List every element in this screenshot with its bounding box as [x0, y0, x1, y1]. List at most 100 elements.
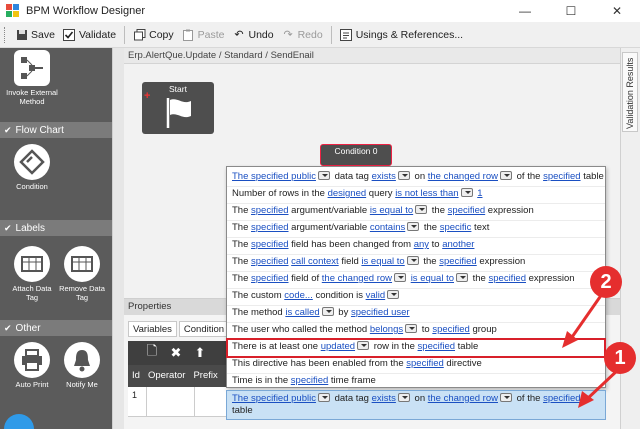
tool-condition[interactable]: Condition: [6, 144, 58, 192]
add-connector-icon[interactable]: +: [144, 90, 150, 102]
dropdown-arrow-icon[interactable]: [397, 393, 410, 402]
dropdown-option[interactable]: The specified public data tag exists on …: [227, 169, 605, 187]
condition-link[interactable]: is called: [285, 307, 319, 318]
dropdown-option[interactable]: The specified field has been changed fro…: [227, 237, 605, 255]
delete-row-icon[interactable]: ✖: [164, 345, 188, 361]
dropdown-option[interactable]: The specified argument/variable is equal…: [227, 203, 605, 221]
condition-link[interactable]: valid: [366, 290, 386, 301]
tool-attach-data-tag[interactable]: Attach Data Tag: [6, 246, 58, 302]
condition-link[interactable]: designed: [328, 188, 367, 199]
paste-button[interactable]: Paste: [178, 24, 229, 46]
validate-button[interactable]: Validate: [59, 24, 120, 46]
close-button[interactable]: ✕: [594, 0, 640, 22]
start-node[interactable]: Start +: [142, 82, 214, 134]
condition-link[interactable]: specified: [489, 273, 527, 284]
dropdown-option[interactable]: The user who called the method belongs t…: [227, 322, 605, 340]
condition-link[interactable]: is equal to: [370, 205, 413, 216]
dropdown-arrow-icon[interactable]: [394, 273, 407, 282]
validation-results-tab[interactable]: Validation Results: [622, 52, 638, 132]
condition-link[interactable]: any: [414, 239, 429, 250]
dropdown-arrow-icon[interactable]: [406, 256, 419, 265]
dropdown-arrow-icon[interactable]: [415, 205, 428, 214]
dropdown-option[interactable]: This directive has been enabled from the…: [227, 356, 605, 374]
condition-link[interactable]: specified user: [351, 307, 410, 318]
dropdown-option[interactable]: The specified field of the changed row i…: [227, 271, 605, 289]
dropdown-option[interactable]: Number of rows in the designed query is …: [227, 186, 605, 204]
dropdown-arrow-icon[interactable]: [500, 171, 512, 180]
condition-node[interactable]: Condition 0: [320, 144, 392, 166]
toolbox-scrollbar[interactable]: [112, 48, 124, 429]
maximize-button[interactable]: ☐: [548, 0, 594, 22]
dropdown-arrow-icon[interactable]: [397, 171, 410, 180]
condition-link[interactable]: the changed row: [322, 273, 392, 284]
usings-references-button[interactable]: Usings & References...: [336, 24, 467, 46]
section-labels[interactable]: ✔ Labels: [0, 220, 112, 236]
condition-link[interactable]: specified: [448, 205, 486, 216]
condition-link[interactable]: specified: [543, 171, 581, 182]
tool-notify-me[interactable]: Notify Me: [56, 342, 108, 390]
condition-link[interactable]: The specified public: [232, 171, 316, 182]
condition-link[interactable]: specified: [543, 393, 581, 404]
dropdown-arrow-icon[interactable]: [460, 188, 473, 197]
condition-link[interactable]: specific: [440, 222, 472, 233]
condition-link[interactable]: specified: [432, 324, 470, 335]
condition-link[interactable]: specified: [251, 273, 289, 284]
condition-link[interactable]: another: [442, 239, 474, 250]
dropdown-option[interactable]: Time is in the specified time frame: [227, 373, 605, 391]
dropdown-option[interactable]: The custom code... condition is valid: [227, 288, 605, 306]
condition-link[interactable]: specified: [251, 256, 289, 267]
copy-button[interactable]: Copy: [129, 24, 178, 46]
condition-link[interactable]: specified: [251, 205, 289, 216]
dropdown-arrow-icon[interactable]: [405, 324, 418, 333]
dropdown-option[interactable]: The specified call context field is equa…: [227, 254, 605, 272]
new-row-icon[interactable]: 🗋: [140, 342, 164, 364]
condition-link[interactable]: specified: [251, 239, 289, 250]
dropdown-option[interactable]: There is at least one updated row in the…: [226, 338, 606, 358]
dropdown-arrow-icon[interactable]: [500, 393, 512, 402]
condition-link[interactable]: is equal to: [361, 256, 404, 267]
condition-link[interactable]: contains: [370, 222, 405, 233]
section-flow-chart[interactable]: ✔ Flow Chart: [0, 122, 112, 138]
chevron-down-icon: ✔: [4, 124, 12, 135]
selected-condition-editor[interactable]: The specified public data tag exists on …: [226, 390, 606, 420]
condition-link[interactable]: code...: [284, 290, 313, 301]
redo-button[interactable]: ↷ Redo: [278, 24, 327, 46]
toolbar-grip[interactable]: [4, 26, 7, 43]
cell-operator[interactable]: [146, 387, 147, 417]
dropdown-arrow-icon[interactable]: [387, 290, 400, 299]
save-button[interactable]: Save: [11, 24, 59, 46]
undo-button[interactable]: ↶ Undo: [228, 24, 277, 46]
condition-link[interactable]: specified: [291, 375, 329, 386]
condition-link[interactable]: is equal to: [411, 273, 454, 284]
condition-link[interactable]: is not less than: [395, 188, 458, 199]
dropdown-arrow-icon[interactable]: [317, 393, 330, 402]
condition-link[interactable]: specified: [439, 256, 477, 267]
condition-link[interactable]: specified: [406, 358, 444, 369]
condition-link[interactable]: The specified public: [232, 393, 316, 404]
section-other[interactable]: ✔ Other: [0, 320, 112, 336]
dropdown-arrow-icon[interactable]: [317, 171, 330, 180]
minimize-button[interactable]: —: [502, 0, 548, 22]
cell-prefix[interactable]: [194, 387, 195, 417]
dropdown-arrow-icon[interactable]: [407, 222, 420, 231]
dropdown-option[interactable]: The method is called by specified user: [227, 305, 605, 323]
tool-invoke-external-method[interactable]: Invoke External Method: [6, 50, 58, 106]
tab-variables[interactable]: Variables: [128, 321, 177, 337]
condition-link[interactable]: updated: [321, 341, 355, 352]
tool-auto-print[interactable]: Auto Print: [6, 342, 58, 390]
condition-link[interactable]: belongs: [370, 324, 403, 335]
dropdown-arrow-icon[interactable]: [321, 307, 334, 316]
move-up-icon[interactable]: ⬆: [188, 345, 212, 361]
condition-link[interactable]: the changed row: [428, 393, 498, 404]
condition-link[interactable]: exists: [372, 393, 396, 404]
condition-link[interactable]: the changed row: [428, 171, 498, 182]
dropdown-arrow-icon[interactable]: [357, 341, 370, 350]
condition-link[interactable]: specified: [251, 222, 289, 233]
condition-link[interactable]: specified: [418, 341, 456, 352]
condition-link[interactable]: exists: [372, 171, 396, 182]
condition-link[interactable]: 1: [477, 188, 482, 199]
tool-remove-data-tag[interactable]: Remove Data Tag: [56, 246, 108, 302]
dropdown-arrow-icon[interactable]: [456, 273, 468, 282]
condition-link[interactable]: call context: [291, 256, 339, 267]
dropdown-option[interactable]: The specified argument/variable contains…: [227, 220, 605, 238]
